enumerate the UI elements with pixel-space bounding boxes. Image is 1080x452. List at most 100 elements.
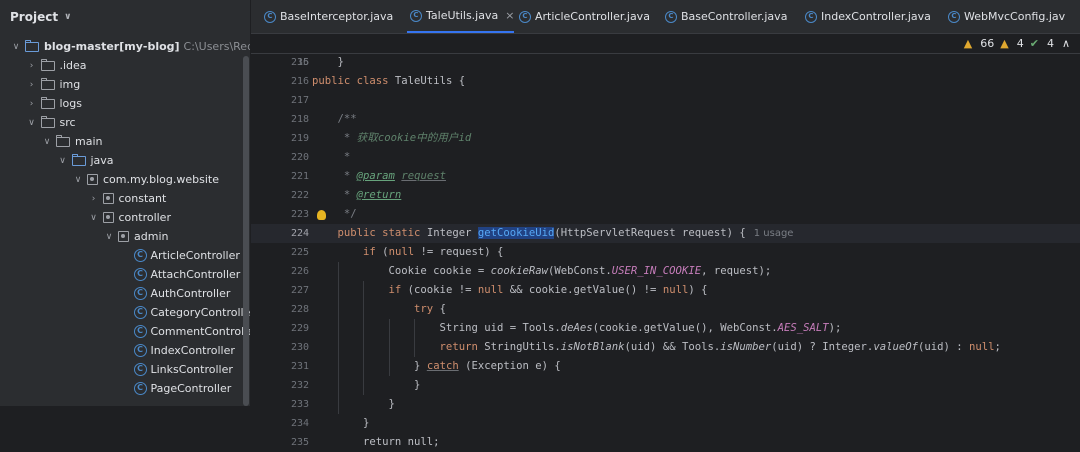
code-token: @param (356, 170, 395, 182)
tree-item[interactable]: C IndexController (119, 341, 235, 360)
chevron-down-icon[interactable]: ∨ (57, 156, 69, 166)
tree-item[interactable]: ∨ src (26, 113, 76, 132)
code-text: * @param request (312, 167, 446, 186)
tree-item[interactable]: C AuthController (119, 284, 230, 303)
code-line[interactable]: 229 String uid = Tools.deAes(cookie.getV… (251, 319, 1080, 338)
tree-item[interactable]: C ArticleController (119, 246, 240, 265)
tree-item[interactable]: › img (26, 75, 80, 94)
tree-item[interactable]: ∨ java (57, 151, 114, 170)
tree-item-label: src (59, 116, 76, 129)
tree-item[interactable]: C CategoryController (119, 303, 250, 322)
tab-label: WebMvcConfig.jav (964, 10, 1066, 23)
code-line[interactable]: 235 return null; (251, 433, 1080, 452)
code-line[interactable]: 215 } (251, 53, 1080, 72)
code-token: request (401, 170, 446, 182)
chevron-down-icon[interactable]: ∨ (41, 137, 53, 147)
chevron-right-icon[interactable]: › (26, 80, 38, 90)
class-icon: C (519, 10, 531, 23)
tab-indexcontroller-java[interactable]: C IndexController.java (802, 0, 931, 33)
code-line[interactable]: 233 } (251, 395, 1080, 414)
chevron-right-icon[interactable]: › (26, 99, 38, 109)
tree-item[interactable]: ∨ controller (88, 208, 171, 227)
close-icon[interactable]: × (505, 9, 514, 22)
code-token: , request); (701, 265, 772, 277)
folder-icon (40, 96, 55, 109)
code-token: null (662, 284, 689, 296)
tree-item[interactable]: C AttachController (119, 265, 240, 284)
line-number: 219 (290, 133, 309, 144)
tree-item[interactable]: ∨ com.my.blog.website (72, 170, 219, 189)
code-line[interactable]: 218 /** (251, 110, 1080, 129)
tab-basecontroller-java[interactable]: C BaseController.java (662, 0, 787, 33)
code-line[interactable]: 234 } (251, 414, 1080, 433)
tree-item[interactable]: ∨ admin (103, 227, 169, 246)
inspection-widget[interactable]: ▲ 66 ▲ 4 ✔ 4 ∧ (964, 37, 1070, 50)
sticky-header-line[interactable]: 36 public class TaleUtils { (251, 34, 1080, 87)
code-line[interactable]: 222 * @return (251, 186, 1080, 205)
chevron-down-icon[interactable]: ∨ (10, 42, 22, 52)
tree-item-label: main (75, 135, 103, 148)
code-token: @return (356, 189, 402, 201)
tab-baseinterceptor-java[interactable]: C BaseInterceptor.java (261, 0, 393, 33)
code-line[interactable]: 230 return StringUtils.isNotBlank(uid) &… (251, 338, 1080, 357)
warning-icon: ▲ (963, 37, 973, 50)
tree-item-label: blog-master (44, 40, 120, 53)
code-line[interactable]: 217 (251, 91, 1080, 110)
tree-item[interactable]: › .idea (26, 56, 87, 75)
tab-taleutils-java[interactable]: C TaleUtils.java × (407, 0, 515, 33)
indent-guide (388, 319, 390, 376)
code-token: ; (994, 341, 1001, 353)
code-line[interactable]: 220 * (251, 148, 1080, 167)
tree-item-label: constant (118, 192, 167, 205)
code-line[interactable]: 221 * @param request (251, 167, 1080, 186)
code-token: cookieRaw (490, 265, 548, 277)
code-line[interactable]: 225 if (null != request) { (251, 243, 1080, 262)
code-line[interactable]: 223 */ (251, 205, 1080, 224)
project-panel-header[interactable]: Project ∨ (0, 0, 250, 34)
warning-count: 66 (980, 37, 995, 50)
class-icon: C (133, 344, 147, 357)
chevron-right-icon[interactable]: › (88, 194, 100, 204)
lightbulb-icon[interactable] (317, 210, 326, 220)
line-number: 235 (290, 437, 309, 448)
code-line[interactable]: 228 try { (251, 300, 1080, 319)
code-token: String uid = Tools. (312, 322, 561, 334)
tree-item[interactable]: C PageController (119, 379, 231, 398)
code-line[interactable]: 216 (251, 72, 1080, 91)
chevron-right-icon[interactable]: › (26, 61, 38, 71)
code-line[interactable]: 226 Cookie cookie = cookieRaw(WebConst.U… (251, 262, 1080, 281)
tab-articlecontroller-java[interactable]: C ArticleController.java (516, 0, 650, 33)
code-token: try (312, 303, 440, 315)
code-line[interactable]: 232 } (251, 376, 1080, 395)
code-token: deAes (560, 322, 593, 334)
code-line[interactable]: 219 * 获取cookie中的用户id (251, 129, 1080, 148)
tree-item[interactable]: C CommentController (119, 322, 250, 341)
project-scrollbar[interactable] (243, 56, 249, 406)
tree-item[interactable]: ∨ main (41, 132, 102, 151)
code-text: * (312, 148, 350, 167)
chevron-down-icon[interactable]: ∨ (103, 232, 115, 242)
class-icon: C (665, 10, 677, 23)
code-text: /** (312, 110, 357, 129)
chevron-up-icon[interactable]: ∧ (1062, 37, 1070, 50)
tree-item[interactable]: ∨ blog-master [my-blog]C:\Users\RedTeam\ (10, 37, 250, 56)
chevron-down-icon[interactable]: ∨ (26, 118, 38, 128)
line-number: 227 (290, 285, 309, 296)
code-line[interactable]: 224 public static Integer getCookieUid(H… (251, 224, 1080, 243)
tree-item[interactable]: C LinksController (119, 360, 233, 379)
code-token: (HttpServletRequest request) { (554, 227, 746, 239)
tree-item[interactable]: › logs (26, 94, 82, 113)
tab-label: BaseInterceptor.java (280, 10, 394, 23)
code-token: * (312, 132, 357, 144)
tab-webmvcconfig-jav[interactable]: C WebMvcConfig.jav (945, 0, 1065, 33)
chevron-down-icon[interactable]: ∨ (64, 12, 71, 22)
editor-tabs: C BaseInterceptor.java C TaleUtils.java × C Ar… (251, 0, 1080, 34)
tree-item[interactable]: › constant (88, 189, 167, 208)
usage-hint[interactable]: 1 usage (754, 228, 794, 239)
code-line[interactable]: 227 if (cookie != null && cookie.getValu… (251, 281, 1080, 300)
chevron-down-icon[interactable]: ∨ (72, 175, 84, 185)
code-token: ); (828, 322, 842, 334)
code-line[interactable]: 231 } catch (Exception e) { (251, 357, 1080, 376)
code-text: if (cookie != null && cookie.getValue() … (312, 281, 708, 300)
chevron-down-icon[interactable]: ∨ (88, 213, 100, 223)
